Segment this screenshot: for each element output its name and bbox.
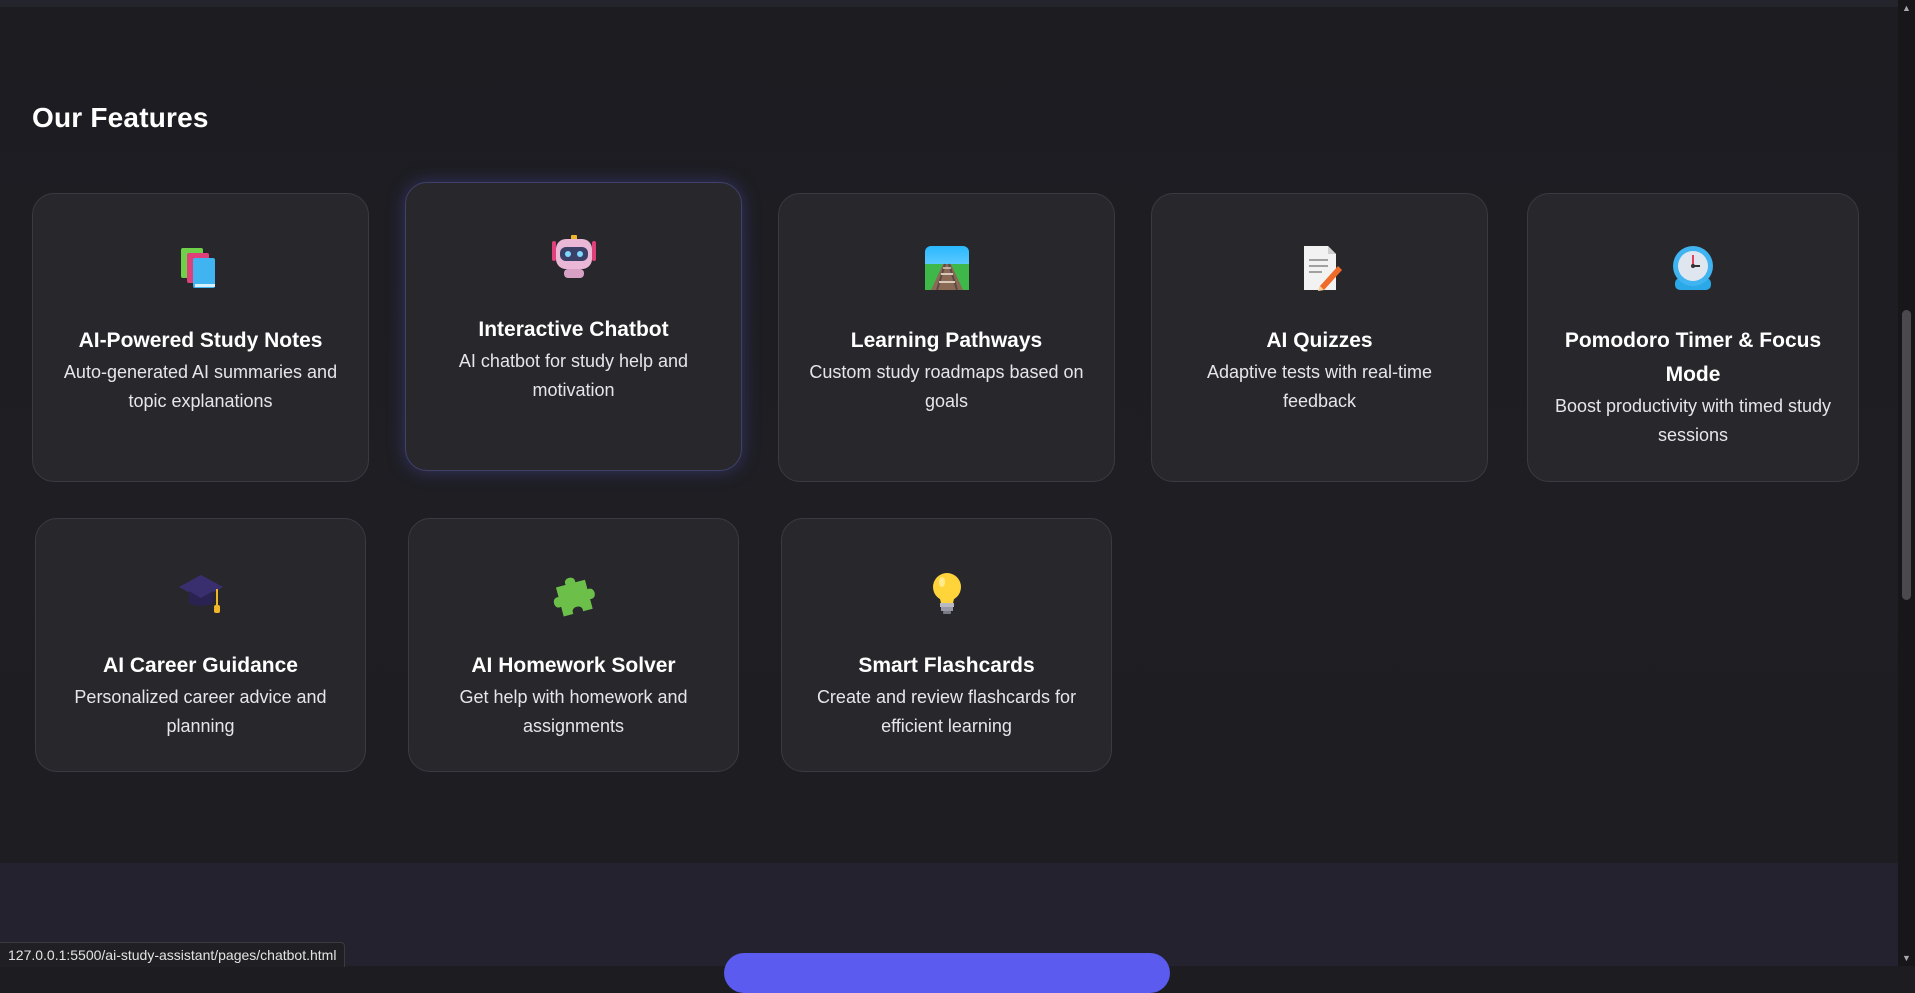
feature-title: AI-Powered Study Notes	[78, 329, 323, 352]
scrollbar-thumb[interactable]	[1902, 310, 1911, 600]
cta-button[interactable]	[724, 953, 1170, 993]
feature-description: Personalized career advice and planning	[74, 687, 327, 736]
feature-title: Pomodoro Timer & Focus Mode	[1564, 329, 1822, 386]
feature-card-study-notes[interactable]: AI-Powered Study Notes Auto-generated AI…	[32, 193, 369, 482]
feature-title: Learning Pathways	[850, 329, 1043, 352]
feature-card-chatbot[interactable]: Interactive Chatbot AI chatbot for study…	[405, 182, 742, 471]
feature-title: AI Homework Solver	[471, 654, 676, 677]
puzzle-piece-icon	[553, 577, 595, 617]
feature-description: Create and review flashcards for efficie…	[816, 687, 1077, 736]
scroll-down-arrow-icon[interactable]: ▼	[1898, 950, 1915, 966]
books-icon	[180, 248, 215, 288]
feature-description: Boost productivity with timed study sess…	[1554, 396, 1832, 445]
feature-card-homework-solver[interactable]: AI Homework Solver Get help with homewor…	[408, 518, 739, 772]
feature-card-flashcards[interactable]: Smart Flashcards Create and review flash…	[781, 518, 1112, 772]
feature-description: Adaptive tests with real-time feedback	[1206, 362, 1433, 411]
browser-status-bar: 127.0.0.1:5500/ai-study-assistant/pages/…	[0, 942, 346, 967]
features-section: Our Features AI-Powered Study Notes Auto…	[0, 7, 1898, 863]
feature-card-quizzes[interactable]: AI Quizzes Adaptive tests with real-time…	[1151, 193, 1488, 482]
feature-title: AI Quizzes	[1266, 329, 1373, 352]
feature-card-pomodoro[interactable]: Pomodoro Timer & Focus Mode Boost produc…	[1527, 193, 1859, 482]
feature-title: AI Career Guidance	[103, 654, 298, 677]
feature-description: Auto-generated AI summaries and topic ex…	[63, 362, 338, 411]
section-title: Our Features	[32, 102, 209, 133]
robot-icon	[551, 235, 596, 278]
light-bulb-icon	[932, 573, 961, 614]
stopwatch-icon	[1673, 246, 1713, 290]
page-scrollbar[interactable]: ▲ ▼	[1898, 0, 1915, 966]
feature-title: Interactive Chatbot	[478, 318, 669, 341]
scroll-up-arrow-icon[interactable]: ▲	[1898, 0, 1915, 16]
feature-title: Smart Flashcards	[858, 654, 1035, 677]
feature-description: Custom study roadmaps based on goals	[809, 362, 1084, 411]
feature-description: Get help with homework and assignments	[459, 687, 688, 736]
feature-card-career-guidance[interactable]: AI Career Guidance Personalized career a…	[35, 518, 366, 772]
page-top-edge	[0, 0, 1898, 7]
feature-card-learning-pathways[interactable]: Learning Pathways Custom study roadmaps …	[778, 193, 1115, 482]
graduation-cap-icon	[178, 575, 223, 613]
memo-icon	[1303, 246, 1342, 291]
feature-description: AI chatbot for study help and motivation	[458, 351, 689, 400]
railway-track-icon	[924, 246, 969, 291]
